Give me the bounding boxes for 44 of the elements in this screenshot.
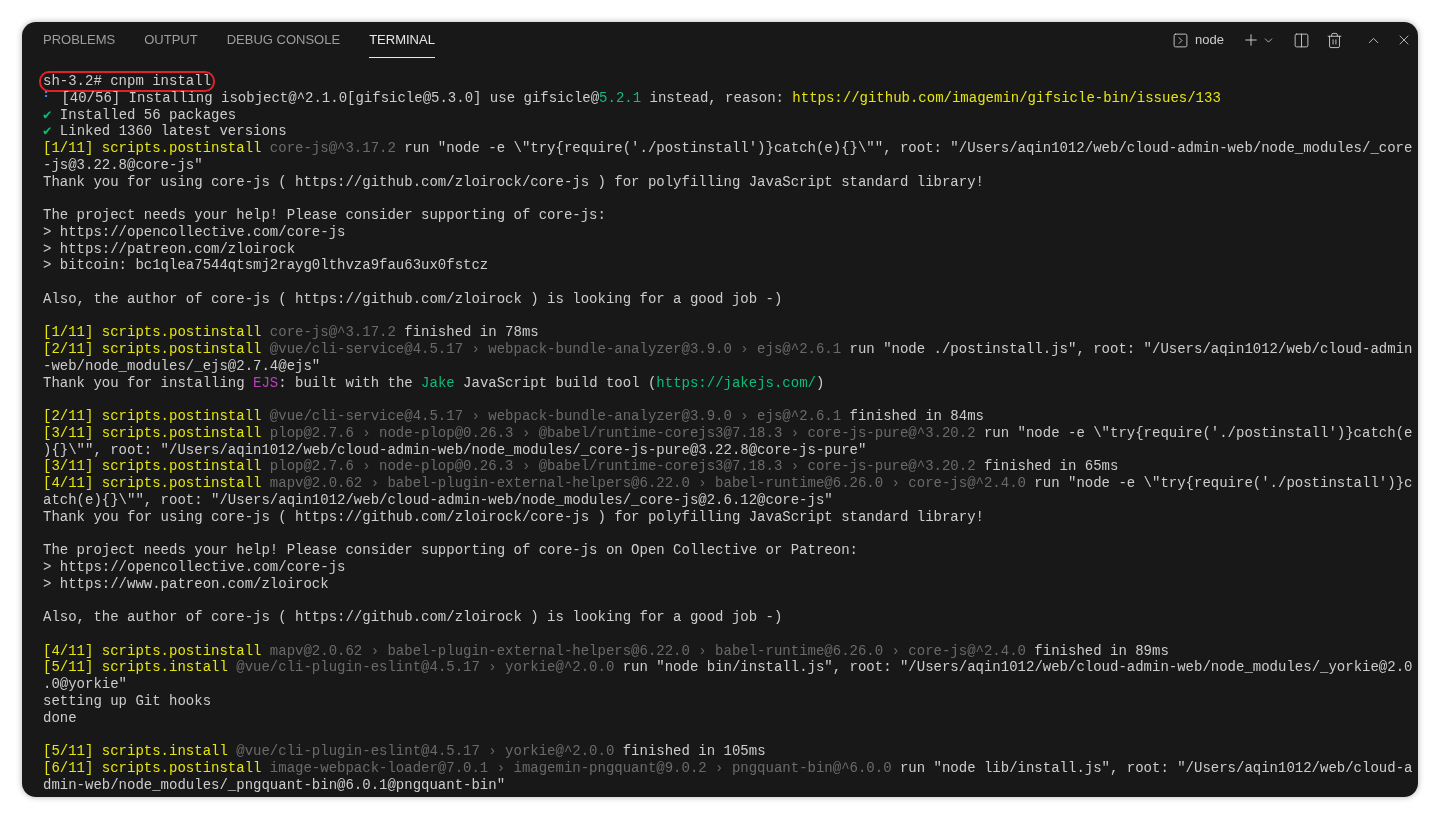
terminal-line: [5/11] scripts.install @vue/cli-plugin-eslint@4.5.17 › yorkie@^2.0.0 finished in 105ms bbox=[43, 743, 766, 760]
terminal-line: atch(e){}\"", root: "/Users/aqin1012/web/cloud-admin-web/node_modules/_core-js@2.6.12@core-js" bbox=[43, 491, 833, 509]
terminal-line: [4/11] scripts.postinstall mapv@2.0.62 › babel-plugin-external-helpers@6.22.0 › babel-runtime@6.26.0 › core-js@^2.4.0 run "node -e \"try{require('./postinstall')}c bbox=[43, 475, 1413, 492]
terminal-line: [1/11] scripts.postinstall core-js@^3.17.2 finished in 78ms bbox=[43, 324, 539, 341]
terminal-line: [1/11] scripts.postinstall core-js@^3.17.2 run "node -e \"try{require('./postinstall')}catch(e){}\"", root: "/Users/aqin1012/web/cloud-admin-web/node_modules/_core bbox=[43, 140, 1413, 157]
highlighted-command-line: sh-3.2# cnpm install bbox=[41, 73, 214, 90]
terminal-line: [4/11] scripts.postinstall mapv@2.0.62 › babel-plugin-external-helpers@6.22.0 › babel-runtime@6.26.0 › core-js@^2.4.0 finished in 89ms bbox=[43, 642, 1169, 660]
terminal-line: Thank you for using core-js ( https://github.com/zloirock/core-js ) for polyfilling JavaScript standard library! bbox=[43, 508, 984, 526]
panel-tab[interactable]: DEBUG CONSOLE bbox=[226, 22, 341, 58]
terminal-line: -js@3.22.8@core-js" bbox=[43, 156, 203, 174]
terminal-line: [2/11] scripts.postinstall @vue/cli-service@4.5.17 › webpack-bundle-analyzer@3.9.0 › ejs@^2.6.1 finished in 84ms bbox=[43, 408, 984, 425]
panel-tab[interactable]: TERMINAL bbox=[369, 22, 435, 58]
panel-tab[interactable]: OUTPUT bbox=[144, 22, 198, 58]
terminal-line: The project needs your help! Please consider supporting of core-js on Open Collective or Patreon: bbox=[43, 542, 858, 559]
terminal-line: [3/11] scripts.postinstall plop@2.7.6 › node-plop@0.26.3 › @babel/runtime-corejs3@7.18.3 › core-js-pure@^3.20.2 finished in 65ms bbox=[43, 458, 1119, 475]
terminal-line: > https://opencollective.com/core-js bbox=[43, 558, 346, 576]
split-icon[interactable] bbox=[1293, 31, 1310, 49]
panel-tab[interactable]: PROBLEMS bbox=[43, 22, 116, 58]
terminal-line: Also, the author of core-js ( https://github.com/zloirock ) is looking for a good job -) bbox=[43, 609, 783, 626]
terminal-line: setting up Git hooks bbox=[43, 692, 212, 710]
terminal-line: .0@yorkie" bbox=[43, 676, 127, 693]
terminal-line: > https://patreon.com/zloirock bbox=[43, 240, 296, 258]
terminal-line: -web/node_modules/_ejs@2.7.4@ejs" bbox=[43, 357, 321, 375]
terminal-icon bbox=[1172, 31, 1190, 49]
terminal-line: Also, the author of core-js ( https://github.com/zloirock ) is looking for a good job -) bbox=[43, 290, 783, 308]
terminal-line: dmin-web/node_modules/_pngquant-bin@6.0.1@pngquant-bin" bbox=[43, 776, 506, 794]
terminal-line: The project needs your help! Please consider supporting of core-js: bbox=[43, 207, 606, 224]
terminal-line: [3/11] scripts.postinstall plop@2.7.6 › node-plop@0.26.3 › @babel/runtime-corejs3@7.18.3 › core-js-pure@^3.20.2 run "node -e \"try{require('./postinstall')}catch(e bbox=[43, 424, 1413, 442]
terminal-line: ⠃ [40/56] Installing isobject@^2.1.0[gifsicle@5.3.0] use gifsicle@5.2.1 instead, reason: https://github.com/imagemin/gifsicle-bin/issues/133 bbox=[43, 89, 1221, 107]
trash-icon[interactable] bbox=[1326, 31, 1343, 49]
terminal-line: > https://www.patreon.com/zloirock bbox=[43, 575, 329, 593]
terminal-line: > https://opencollective.com/core-js bbox=[43, 223, 346, 241]
terminal-line: [6/11] scripts.postinstall image-webpack-loader@7.0.1 › imagemin-pngquant@9.0.2 › pngquant-bin@^6.0.0 run "node lib/install.js", root: "/Users/aqin1012/web/cloud-a bbox=[43, 759, 1413, 777]
terminal-line: Thank you for installing EJS: built with the Jake JavaScript build tool (https://jakejs.com/) bbox=[43, 374, 825, 392]
terminal-line: [2/11] scripts.postinstall @vue/cli-service@4.5.17 › webpack-bundle-analyzer@3.9.0 › ejs@^2.6.1 run "node ./postinstall.js", root: "/Users/aqin1012/web/cloud-admin bbox=[43, 341, 1413, 358]
terminal-line: Thank you for using core-js ( https://github.com/zloirock/core-js ) for polyfilling JavaScript standard library! bbox=[43, 173, 984, 191]
terminal-line: done bbox=[43, 709, 77, 727]
add-icon[interactable] bbox=[1242, 31, 1260, 49]
terminal-line: [5/11] scripts.install @vue/cli-plugin-eslint@4.5.17 › yorkie@^2.0.0 run "node bin/install.js", root: "/Users/aqin1012/web/cloud-admin-web/node_modules/_yorkie@2.0 bbox=[43, 659, 1413, 676]
terminal-line: ✔ Linked 1360 latest versions bbox=[43, 123, 287, 140]
terminal-line: > bitcoin: bc1qlea7544qtsmj2rayg0lthvza9fau63ux0fstcz bbox=[43, 257, 489, 274]
terminal-profile-button[interactable]: node bbox=[1172, 30, 1224, 50]
terminal-line: ){}\"", root: "/Users/aqin1012/web/cloud-admin-web/node_modules/_core-js-pure@3.22.8@core-js-pure" bbox=[43, 441, 867, 459]
terminal-line: ✔ Installed 56 packages bbox=[43, 106, 237, 124]
